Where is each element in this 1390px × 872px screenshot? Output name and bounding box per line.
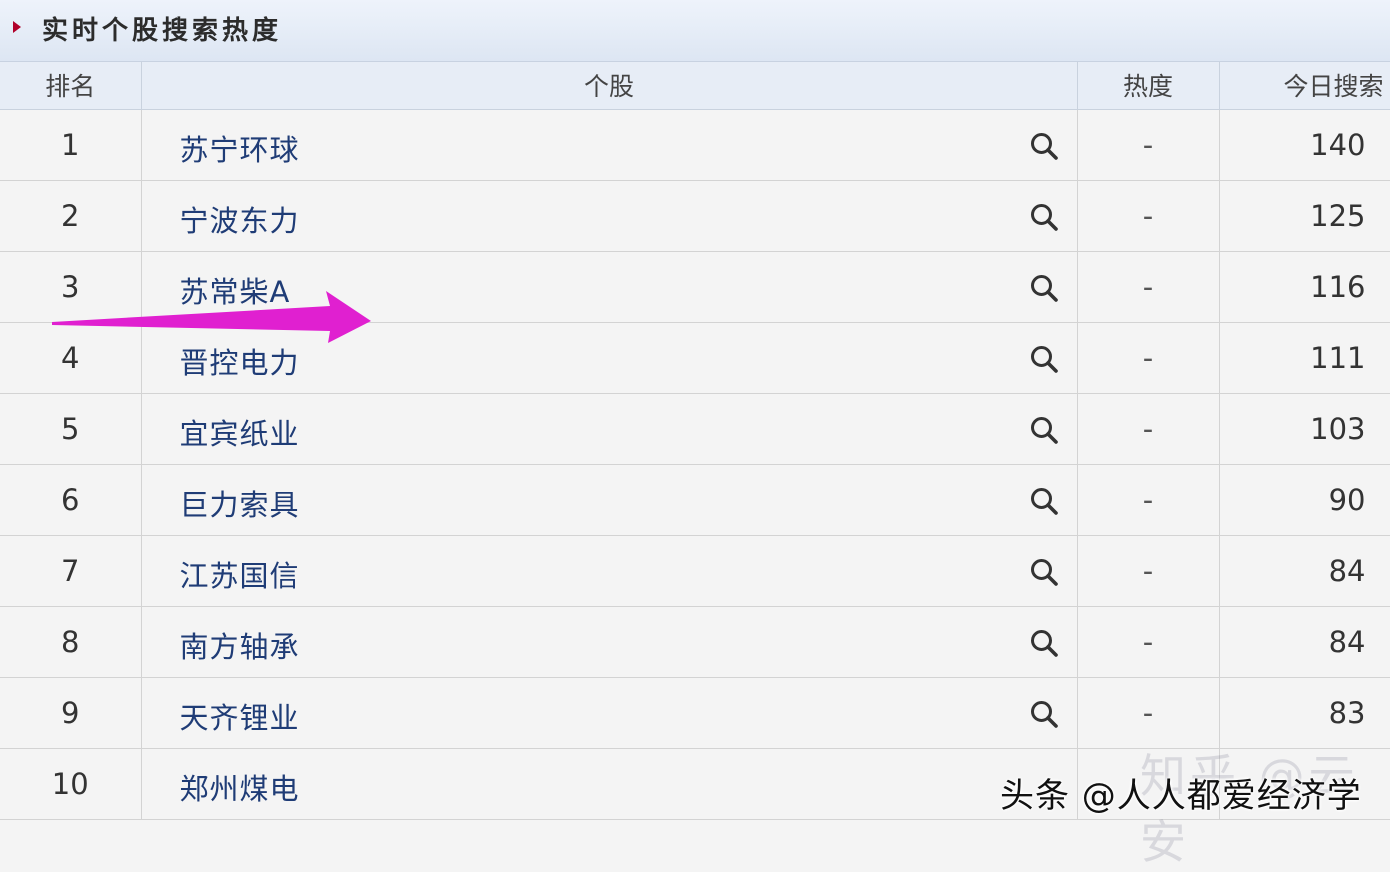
- table-row: 1 苏宁环球 -140: [0, 109, 1390, 181]
- rank-cell: 9: [0, 677, 142, 749]
- search-icon[interactable]: [1029, 344, 1059, 374]
- today-search-cell: 84: [1219, 535, 1390, 607]
- table-row: 3 苏常柴A -116: [0, 251, 1390, 323]
- search-icon[interactable]: [1029, 557, 1059, 587]
- stock-cell: 南方轴承: [141, 606, 1078, 678]
- today-search-cell: 111: [1219, 322, 1390, 394]
- stock-name-link[interactable]: 巨力索具: [180, 482, 300, 524]
- table-row: 8 南方轴承 -84: [0, 606, 1390, 678]
- today-search-cell: 140: [1219, 109, 1390, 181]
- stock-cell: 晋控电力: [141, 322, 1078, 394]
- column-header-rank: 排名: [0, 62, 142, 110]
- search-icon[interactable]: [1029, 131, 1059, 161]
- today-search-cell: 90: [1219, 464, 1390, 536]
- stock-cell: 巨力索具: [141, 464, 1078, 536]
- search-icon[interactable]: [1029, 202, 1059, 232]
- heat-cell: -: [1077, 322, 1220, 394]
- heat-cell: -: [1077, 109, 1220, 181]
- stock-cell: 郑州煤电: [141, 748, 1078, 820]
- rank-cell: 1: [0, 109, 142, 181]
- stock-cell: 江苏国信: [141, 535, 1078, 607]
- heat-cell: -: [1077, 606, 1220, 678]
- panel-title: 实时个股搜索热度: [42, 16, 283, 46]
- stock-name-link[interactable]: 南方轴承: [180, 624, 300, 666]
- search-icon[interactable]: [1029, 486, 1059, 516]
- rank-cell: 6: [0, 464, 142, 536]
- stock-name-link[interactable]: 宜宾纸业: [180, 411, 300, 453]
- stock-name-link[interactable]: 天齐锂业: [180, 695, 300, 737]
- rank-cell: 3: [0, 251, 142, 323]
- table-row: 6 巨力索具 -90: [0, 464, 1390, 536]
- search-icon[interactable]: [1029, 273, 1059, 303]
- table-row: 7 江苏国信 -84: [0, 535, 1390, 607]
- panel-header: 实时个股搜索热度: [0, 0, 1390, 62]
- heat-cell: -: [1077, 677, 1220, 749]
- heat-cell: -: [1077, 180, 1220, 252]
- today-search-cell: 84: [1219, 606, 1390, 678]
- rank-cell: 7: [0, 535, 142, 607]
- rank-cell: 8: [0, 606, 142, 678]
- stock-name-link[interactable]: 晋控电力: [180, 340, 300, 382]
- stock-cell: 宁波东力: [141, 180, 1078, 252]
- triangle-marker-icon: [13, 21, 21, 33]
- table-row: 9 天齐锂业 -83: [0, 677, 1390, 749]
- rank-cell: 2: [0, 180, 142, 252]
- heat-cell: -: [1077, 464, 1220, 536]
- table-row: 5 宜宾纸业 -103: [0, 393, 1390, 465]
- heat-cell: -: [1077, 393, 1220, 465]
- table-row: 2 宁波东力 -125: [0, 180, 1390, 252]
- stock-cell: 天齐锂业: [141, 677, 1078, 749]
- today-search-cell: 83: [1219, 677, 1390, 749]
- today-search-cell: 125: [1219, 180, 1390, 252]
- column-header-today-search: 今日搜索: [1219, 62, 1390, 110]
- today-search-cell: 116: [1219, 251, 1390, 323]
- heat-cell: -: [1077, 535, 1220, 607]
- column-header-heat: 热度: [1077, 62, 1220, 110]
- rank-cell: 5: [0, 393, 142, 465]
- toutiao-watermark: 头条 @人人都爱经济学: [1000, 776, 1362, 816]
- stock-name-link[interactable]: 江苏国信: [180, 553, 300, 595]
- rank-cell: 4: [0, 322, 142, 394]
- stock-cell: 宜宾纸业: [141, 393, 1078, 465]
- search-icon[interactable]: [1029, 628, 1059, 658]
- heat-cell: -: [1077, 251, 1220, 323]
- stock-name-link[interactable]: 宁波东力: [180, 198, 300, 240]
- hot-stock-table: 排名 个股 热度 今日搜索 1 苏宁环球 -140 2 宁波东力 -125 3 苏常柴A -11…: [0, 62, 1390, 820]
- stock-name-link[interactable]: 郑州煤电: [180, 766, 300, 808]
- stock-cell: 苏宁环球: [141, 109, 1078, 181]
- stock-name-link[interactable]: 苏宁环球: [180, 127, 300, 169]
- today-search-cell: 103: [1219, 393, 1390, 465]
- stock-cell: 苏常柴A: [141, 251, 1078, 323]
- table-row: 4 晋控电力 -111: [0, 322, 1390, 394]
- search-icon[interactable]: [1029, 415, 1059, 445]
- stock-name-link[interactable]: 苏常柴A: [180, 269, 291, 311]
- column-header-stock: 个股: [141, 62, 1078, 110]
- table-header-row: 排名 个股 热度 今日搜索: [0, 62, 1390, 110]
- search-icon[interactable]: [1029, 699, 1059, 729]
- rank-cell: 10: [0, 748, 142, 820]
